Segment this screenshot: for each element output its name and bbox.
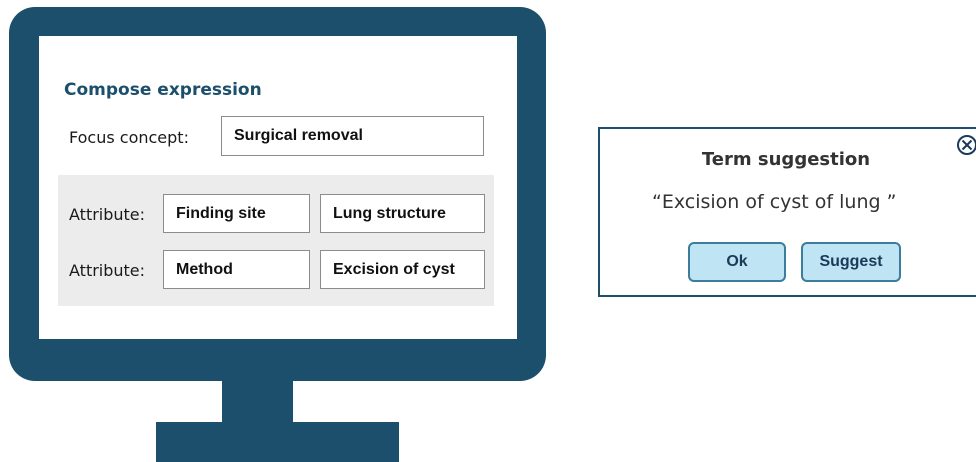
attribute-value-field[interactable]: Lung structure: [320, 194, 485, 233]
term-suggestion-dialog: Term suggestion “Excision of cyst of lun…: [598, 127, 976, 297]
focus-concept-field[interactable]: Surgical removal: [221, 116, 484, 156]
attribute-label: Attribute:: [69, 205, 146, 224]
monitor-neck: [222, 378, 293, 423]
attribute-name-field[interactable]: Method: [163, 250, 310, 289]
ok-button[interactable]: Ok: [688, 242, 786, 282]
suggest-button[interactable]: Suggest: [801, 242, 901, 282]
attribute-label: Attribute:: [69, 261, 146, 280]
attribute-value-field[interactable]: Excision of cyst: [320, 250, 485, 289]
close-icon[interactable]: [956, 134, 976, 156]
attributes-panel: Attribute: Finding site Lung structure A…: [58, 175, 494, 306]
dialog-title: Term suggestion: [701, 149, 871, 170]
attribute-name-field[interactable]: Finding site: [163, 194, 310, 233]
focus-concept-label: Focus concept:: [69, 128, 189, 147]
monitor-base: [156, 422, 399, 462]
compose-title: Compose expression: [64, 80, 262, 100]
suggested-term: “Excision of cyst of lung ”: [652, 191, 897, 213]
compose-expression-screen: Compose expression Focus concept: Surgic…: [39, 36, 517, 339]
